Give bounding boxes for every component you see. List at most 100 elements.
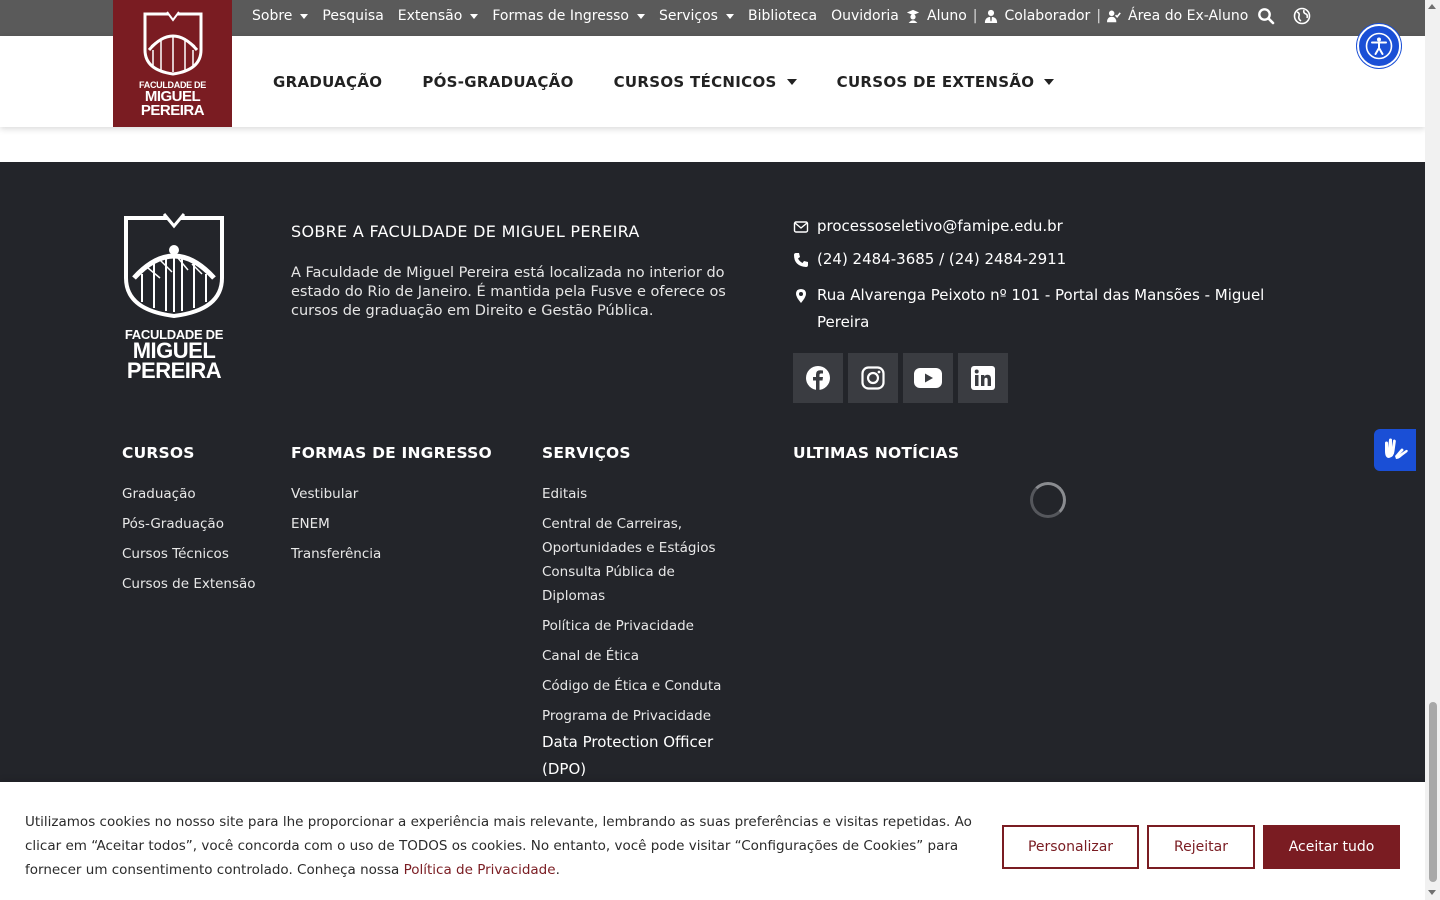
youtube-link[interactable]: [903, 353, 953, 403]
main-nav: GRADUAÇÃO PÓS-GRADUAÇÃO CURSOS TÉCNICOS …: [273, 36, 1094, 127]
about-title: SOBRE A FACULDADE DE MIGUEL PEREIRA: [291, 222, 640, 241]
caret-down-icon: [1044, 78, 1055, 85]
loading-spinner-icon: [1030, 482, 1066, 518]
scrollbar-thumb[interactable]: [1429, 702, 1437, 882]
caret-down-icon: [786, 78, 797, 85]
site-footer: FACULDADE DE MIGUEL PEREIRA SOBRE A FACU…: [0, 162, 1425, 782]
footer-link-programa-privacidade[interactable]: Programa de Privacidade: [542, 704, 742, 728]
graduate-icon: [906, 9, 920, 23]
contact-phone[interactable]: (24) 2484-3685 / (24) 2484-2911: [793, 250, 1066, 268]
user-tie-icon: [984, 9, 997, 23]
contact-email[interactable]: processoseletivo@famipe.edu.br: [793, 217, 1063, 235]
main-nav-label: GRADUAÇÃO: [273, 72, 383, 91]
youtube-icon: [914, 368, 942, 388]
separator: |: [1096, 8, 1102, 24]
footer-link-transferencia[interactable]: Transferência: [291, 542, 381, 566]
search-icon[interactable]: [1257, 7, 1275, 25]
footer-logo[interactable]: FACULDADE DE MIGUEL PEREIRA: [122, 212, 226, 383]
utility-nav-label: Biblioteca: [747, 8, 818, 24]
utility-nav-servicos[interactable]: Serviços: [659, 8, 734, 24]
separator: |: [972, 8, 978, 24]
cookie-message: Utilizamos cookies no nosso site para lh…: [25, 810, 990, 882]
noticias-title: ULTIMAS NOTÍCIAS: [793, 444, 960, 462]
footer-logo-line-3: PEREIRA: [126, 358, 222, 383]
footer-link-cursos-tecnicos[interactable]: Cursos Técnicos: [122, 542, 256, 566]
utility-nav-label: Pesquisa: [322, 8, 384, 24]
caret-down-icon: [636, 13, 645, 19]
privacy-policy-link[interactable]: Política de Privacidade: [404, 862, 556, 878]
footer-link-central-de-carreiras[interactable]: Central de Carreiras, Oportunidades e Es…: [542, 512, 742, 560]
main-nav-cursos-de-extensao[interactable]: CURSOS DE EXTENSÃO: [837, 73, 1055, 91]
utility-nav: Sobre Pesquisa Extensão Formas de Ingres…: [252, 0, 913, 32]
aluno-link[interactable]: Aluno: [906, 8, 967, 24]
main-nav-graduacao[interactable]: GRADUAÇÃO: [273, 73, 382, 91]
linkedin-icon: [971, 366, 995, 390]
ex-aluno-link[interactable]: Área do Ex-Aluno: [1107, 8, 1248, 24]
instagram-icon: [861, 366, 885, 390]
ingresso-list: Vestibular ENEM Transferência: [291, 482, 381, 572]
accessibility-button[interactable]: [1357, 24, 1401, 68]
globe-icon[interactable]: [1293, 7, 1311, 25]
bridge-logo-icon: [124, 213, 224, 319]
servicos-list: Editais Central de Carreiras, Oportunida…: [542, 482, 742, 734]
utility-nav-biblioteca[interactable]: Biblioteca: [748, 8, 817, 24]
utility-nav-formas-de-ingresso[interactable]: Formas de Ingresso: [492, 8, 645, 24]
footer-link-consulta-diplomas[interactable]: Consulta Pública de Diplomas: [542, 560, 742, 608]
utility-nav-pesquisa[interactable]: Pesquisa: [322, 8, 383, 24]
accessibility-icon: [1365, 32, 1393, 60]
phone-icon: [794, 253, 808, 267]
header-logo[interactable]: FACULDADE DE MIGUEL PEREIRA: [113, 0, 232, 127]
footer-link-canal-de-etica[interactable]: Canal de Ética: [542, 644, 742, 668]
map-marker-icon: [796, 289, 806, 303]
reject-button[interactable]: Rejeitar: [1147, 825, 1255, 869]
page-scrollbar[interactable]: [1425, 0, 1440, 900]
main-nav-pos-graduacao[interactable]: PÓS-GRADUAÇÃO: [422, 73, 573, 91]
facebook-icon: [806, 366, 830, 390]
utility-nav-sobre[interactable]: Sobre: [252, 8, 309, 24]
accept-all-button[interactable]: Aceitar tudo: [1263, 825, 1400, 869]
facebook-link[interactable]: [793, 353, 843, 403]
ex-aluno-label: Área do Ex-Aluno: [1128, 8, 1249, 24]
utility-nav-label: Ouvidoria: [831, 8, 899, 24]
scroll-up-arrow-icon[interactable]: [1428, 4, 1436, 9]
linkedin-link[interactable]: [958, 353, 1008, 403]
vlibras-button[interactable]: [1374, 429, 1416, 471]
about-text: A Faculdade de Miguel Pereira está local…: [291, 265, 726, 319]
footer-link-politica-privacidade[interactable]: Política de Privacidade: [542, 614, 742, 638]
cookie-consent-banner: Utilizamos cookies no nosso site para lh…: [0, 782, 1425, 900]
utility-nav-label: Serviços: [658, 8, 718, 24]
user-area-links: Aluno | Colaborador | Área do Ex-Aluno: [906, 0, 1248, 32]
main-nav-label: PÓS-GRADUAÇÃO: [422, 72, 574, 91]
footer-link-pos-graduacao[interactable]: Pós-Graduação: [122, 512, 256, 536]
footer-link-graduacao[interactable]: Graduação: [122, 482, 256, 506]
contact-email-text: processoseletivo@famipe.edu.br: [817, 217, 1063, 235]
footer-link-codigo-de-etica[interactable]: Código de Ética e Conduta: [542, 674, 742, 698]
main-nav-cursos-tecnicos[interactable]: CURSOS TÉCNICOS: [614, 73, 797, 91]
cursos-title: CURSOS: [122, 444, 195, 462]
footer-link-cursos-de-extensao[interactable]: Cursos de Extensão: [122, 572, 256, 596]
main-nav-label: CURSOS DE EXTENSÃO: [836, 72, 1035, 91]
instagram-link[interactable]: [848, 353, 898, 403]
customize-button[interactable]: Personalizar: [1002, 825, 1139, 869]
colaborador-link[interactable]: Colaborador: [984, 8, 1091, 24]
utility-nav-ouvidoria[interactable]: Ouvidoria: [831, 8, 899, 24]
envelope-icon: [793, 221, 809, 233]
utility-nav-label: Extensão: [397, 8, 463, 24]
colaborador-label: Colaborador: [1004, 8, 1091, 24]
cookie-message-end: .: [555, 862, 560, 878]
utility-nav-label: Formas de Ingresso: [492, 8, 629, 24]
caret-down-icon: [470, 13, 479, 19]
social-links: [793, 353, 1013, 403]
utility-nav-extensao[interactable]: Extensão: [398, 8, 479, 24]
footer-link-editais[interactable]: Editais: [542, 482, 742, 506]
dpo-heading[interactable]: Data Protection Officer (DPO): [542, 729, 742, 783]
caret-down-icon: [725, 13, 734, 19]
ingresso-title: FORMAS DE INGRESSO: [291, 444, 492, 462]
footer-link-vestibular[interactable]: Vestibular: [291, 482, 381, 506]
contact-address-text: Rua Alvarenga Peixoto nº 101 - Portal da…: [817, 286, 1265, 331]
cursos-list: Graduação Pós-Graduação Cursos Técnicos …: [122, 482, 256, 602]
servicos-title: SERVIÇOS: [542, 444, 631, 462]
scroll-down-arrow-icon[interactable]: [1428, 890, 1436, 895]
caret-down-icon: [300, 13, 309, 19]
footer-link-enem[interactable]: ENEM: [291, 512, 381, 536]
